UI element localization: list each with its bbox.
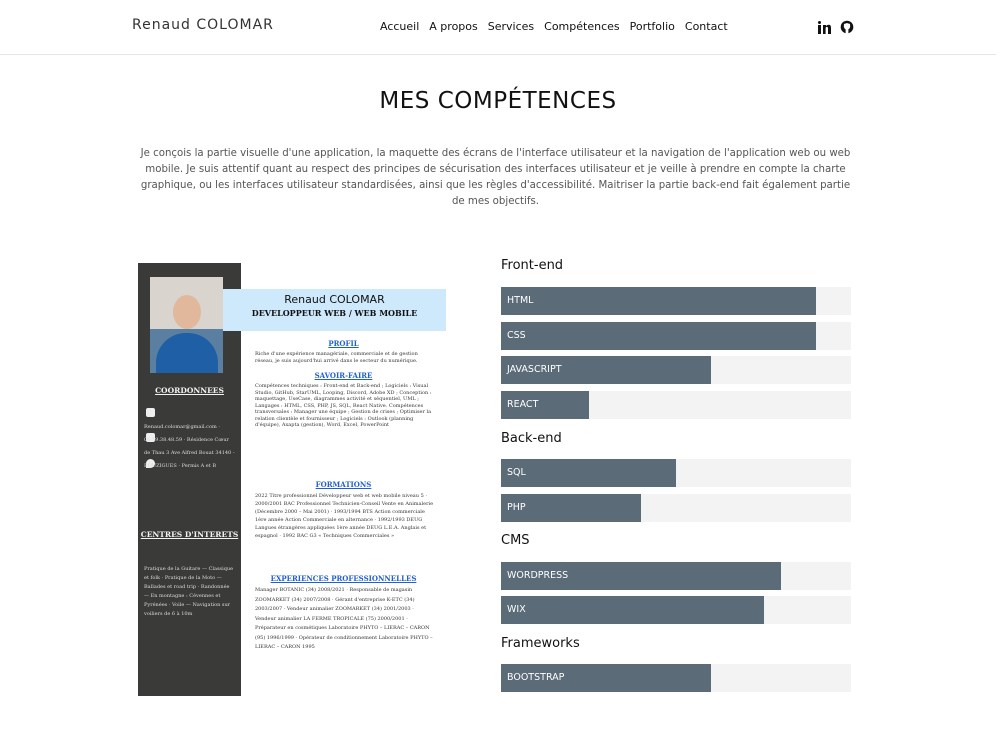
mail-icon (146, 408, 155, 417)
cv-experiences-text: Manager BOTANIC (34) 2008/2021 · Respons… (255, 587, 433, 650)
skill-category-frameworks: Frameworks (501, 636, 580, 651)
nav-a-propos[interactable]: A propos (429, 20, 477, 33)
skill-label: HTML (507, 295, 534, 306)
skill-bar-php: PHP (501, 494, 851, 522)
site-logo[interactable]: Renaud COLOMAR (132, 17, 274, 33)
github-icon[interactable] (840, 19, 854, 34)
cv-savoir-text: Compétences techniques : Front-end et Ba… (255, 383, 432, 428)
skill-bar-bootstrap: BOOTSTRAP (501, 664, 851, 692)
cv-name: Renaud COLOMAR (284, 293, 385, 306)
nav-accueil[interactable]: Accueil (380, 20, 419, 33)
skill-bar-html: HTML (501, 287, 851, 315)
cv-role: DEVELOPPEUR WEB / WEB MOBILE (251, 308, 418, 318)
cv-image: COORDONNEES Renaud.colomar@gmail.com · 0… (138, 263, 446, 696)
cv-savoir-heading: SAVOIR-FAIRE (314, 371, 373, 380)
skill-bar-wix: WIX (501, 596, 851, 624)
skill-bar-fill: BOOTSTRAP (501, 664, 711, 692)
cv-formations-heading: FORMATIONS (315, 480, 372, 489)
skill-bar-javascript: JAVASCRIPT (501, 356, 851, 384)
nav-portfolio[interactable]: Portfolio (630, 20, 675, 33)
intro-paragraph: Je conçois la partie visuelle d'une appl… (140, 148, 851, 207)
skill-bar-react: REACT (501, 391, 851, 419)
skill-label: CSS (507, 330, 526, 341)
cv-centres-heading: CENTRES D'INTERETS (140, 530, 239, 539)
skill-label: REACT (507, 399, 539, 410)
skill-label: BOOTSTRAP (507, 672, 565, 683)
skill-label: SQL (507, 467, 526, 478)
skill-category-cms: CMS (501, 533, 530, 548)
nav-contact[interactable]: Contact (685, 20, 728, 33)
skill-bar-fill: HTML (501, 287, 816, 315)
page-title: MES COMPÉTENCES (379, 88, 617, 114)
linkedin-icon[interactable] (818, 19, 831, 34)
skill-label: WIX (507, 604, 526, 615)
cv-coordonnees-heading: COORDONNEES (155, 386, 224, 395)
skill-label: PHP (507, 502, 526, 513)
cv-profil-text: Riche d'une expérience managériale, comm… (255, 351, 418, 364)
nav-services[interactable]: Services (488, 20, 534, 33)
social-links (818, 19, 854, 34)
skill-bar-sql: SQL (501, 459, 851, 487)
skill-bar-fill: SQL (501, 459, 676, 487)
skill-bar-fill: CSS (501, 322, 816, 350)
skill-bar-fill: PHP (501, 494, 641, 522)
cv-formations-text: 2022 Titre professionnel Développeur web… (255, 493, 434, 539)
site-header: Renaud COLOMAR Accueil A propos Services… (0, 0, 996, 55)
skill-label: WORDPRESS (507, 570, 569, 581)
skill-label: JAVASCRIPT (507, 364, 562, 375)
cv-experiences-heading: EXPERIENCES PROFESSIONNELLES (270, 574, 417, 583)
skill-bar-fill: WORDPRESS (501, 562, 781, 590)
cv-profil-heading: PROFIL (328, 339, 359, 348)
skill-bar-css: CSS (501, 322, 851, 350)
nav-competences[interactable]: Compétences (544, 20, 619, 33)
skill-bar-fill: JAVASCRIPT (501, 356, 711, 384)
skill-category-back-end: Back-end (501, 431, 562, 446)
skill-bar-fill: WIX (501, 596, 764, 624)
skill-bar-fill: REACT (501, 391, 589, 419)
skill-bar-wordpress: WORDPRESS (501, 562, 851, 590)
cv-coordonnees-text: Renaud.colomar@gmail.com · 06.59.38.48.5… (144, 424, 235, 469)
main-nav: Accueil A propos Services Compétences Po… (380, 20, 728, 33)
cv-centres-text: Pratique de la Guitare — Classique et fo… (144, 566, 234, 617)
cv-photo (150, 277, 223, 373)
skill-category-front-end: Front-end (501, 258, 564, 273)
